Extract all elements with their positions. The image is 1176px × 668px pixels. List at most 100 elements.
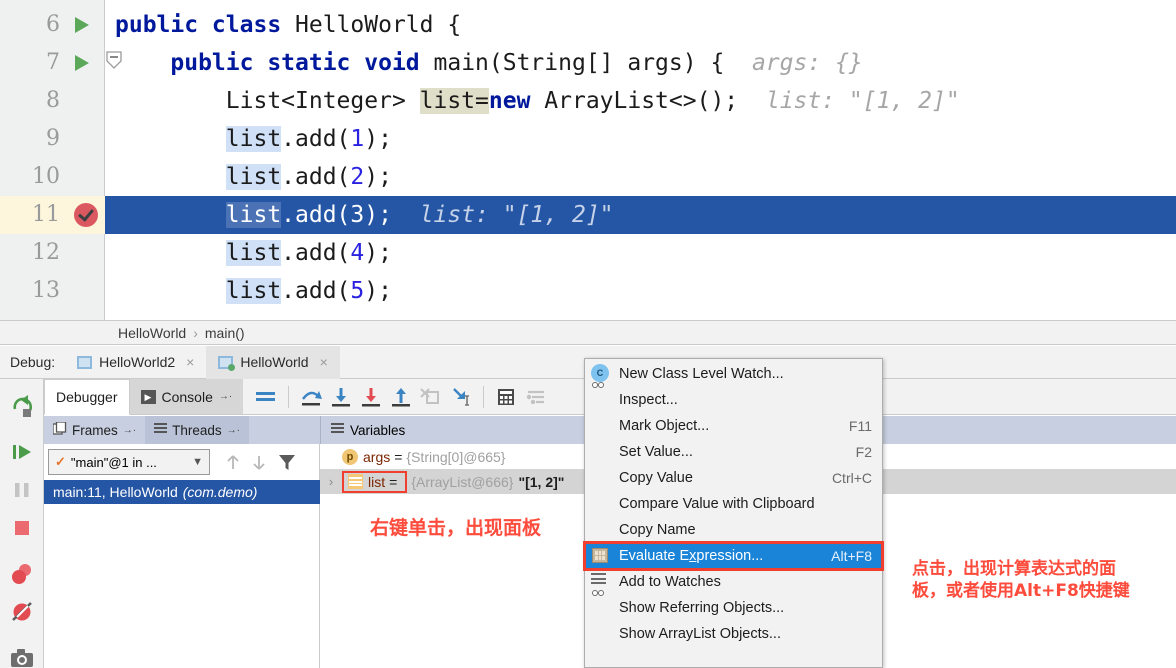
threads-icon [154,422,168,438]
code-token: .add( [281,126,351,152]
code-token: list: "[1, 2]" [752,88,960,114]
tab-debugger[interactable]: Debugger [44,378,130,415]
tab-frames-pin-icon[interactable]: →· [123,425,136,436]
frame-filter-icon[interactable] [276,452,298,472]
variables-context-menu[interactable]: C New Class Level Watch... Inspect... Mark … [583,358,884,668]
menu-item-new-class-level-watch[interactable]: C New Class Level Watch... [585,361,882,388]
close-icon[interactable]: × [186,354,194,370]
tab-frames[interactable]: Frames →· [44,416,145,444]
code-token: HelloWorld { [295,12,462,38]
debug-tab-helloworld[interactable]: HelloWorld × [206,345,340,379]
run-to-cursor-icon[interactable] [448,384,474,410]
gutter-marker[interactable] [66,158,105,196]
menu-item-mark-object[interactable]: Mark Object... F11 [585,413,882,439]
new-class-level-watch-icon: C [591,364,613,388]
menu-item-label: Show ArrayList Objects... [619,626,781,642]
tab-console[interactable]: ▶ Console →· [129,379,244,414]
menu-item-add-to-watches[interactable]: Add to Watches [585,569,882,596]
code-line[interactable]: 11 list.add(3); list: "[1, 2]" [0,196,1176,234]
resume-program-icon[interactable] [8,438,36,466]
frame-down-button[interactable] [248,452,270,472]
code-token: 5 [350,278,365,304]
stop-icon[interactable] [8,514,36,542]
code-line[interactable]: 9 list.add(1); [0,120,1176,158]
close-icon[interactable]: × [320,354,328,370]
code-token: 4 [350,240,365,266]
menu-item-set-value[interactable]: Set Value... F2 [585,439,882,465]
variables-title: Variables [350,422,406,438]
screenshot-icon[interactable] [8,644,36,668]
chevron-down-icon[interactable]: ▼ [192,456,203,468]
menu-item-label: Inspect... [619,392,678,408]
breakpoint-icon[interactable] [74,203,98,227]
code-line[interactable]: 8 List<Integer> list=new ArrayList<>(); … [0,82,1176,120]
show-execution-point-icon[interactable] [253,384,279,410]
pause-program-icon[interactable] [8,476,36,504]
code-editor[interactable]: 6 public class HelloWorld {7 public stati… [0,0,1176,320]
gutter-marker[interactable] [66,234,105,272]
code-token: ); [364,240,392,266]
gutter-marker[interactable] [66,120,105,158]
code-token: public static void [170,50,434,76]
menu-item-show-arraylist-objects[interactable]: Show ArrayList Objects... [585,621,882,647]
step-into-icon[interactable] [328,384,354,410]
thread-selector-value: "main"@1 in ... [70,454,157,470]
breadcrumb[interactable]: HelloWorld › main() [0,320,1176,345]
gutter-marker[interactable] [66,196,105,234]
line-number: 12 [32,240,60,265]
annotation-menu-note: 点击，出现计算表达式的面 板，或者使用Alt+F8快捷键 [912,558,1170,602]
tab-threads[interactable]: Threads →· [145,416,249,444]
gutter-marker[interactable] [66,272,105,310]
evaluate-expression-icon[interactable] [493,384,519,410]
tab-threads-pin-icon[interactable]: →· [227,425,240,436]
tab-threads-label: Threads [172,422,222,438]
step-out-icon[interactable] [388,384,414,410]
menu-item-compare-value-with-clipboard[interactable]: Compare Value with Clipboard [585,491,882,517]
code-token: list [225,278,282,304]
view-breakpoints-icon[interactable] [8,560,36,588]
menu-item-evaluate-expression[interactable]: Evaluate Expression... Alt+F8 [583,541,884,571]
line-number: 9 [46,126,60,151]
gutter-marker[interactable] [66,82,105,120]
force-step-into-icon[interactable] [358,384,384,410]
variables-icon [331,422,344,438]
rerun-icon[interactable] [8,392,36,420]
tab-console-pin-icon[interactable]: →· [219,391,232,402]
application-icon [77,355,93,369]
debug-action-rail [0,379,44,668]
code-token: 1 [350,126,365,152]
breadcrumb-method[interactable]: main() [205,325,245,341]
run-gutter-icon[interactable] [75,55,89,71]
annotation-menu-note-line2: 板，或者使用Alt+F8快捷键 [912,581,1130,602]
code-line[interactable]: 13 list.add(5); [0,272,1176,310]
frame-up-button[interactable] [222,452,244,472]
menu-item-copy-name[interactable]: Copy Name [585,517,882,543]
code-line[interactable]: 7 public static void main(String[] args)… [0,44,1176,82]
menu-item-no-icon [591,599,613,617]
stack-frame-row[interactable]: main:11, HelloWorld (com.demo) [44,480,320,504]
menu-item-shortcut: F2 [855,444,872,460]
code-token: list [225,126,282,152]
tab-frames-label: Frames [72,422,118,438]
menu-item-no-icon [591,521,613,539]
menu-item-show-referring-objects[interactable]: Show Referring Objects... [585,595,882,621]
thread-selector[interactable]: ✓ "main"@1 in ... ▼ [48,449,210,475]
gutter-marker[interactable] [66,44,105,82]
menu-item-copy-value[interactable]: Copy Value Ctrl+C [585,465,882,491]
code-token: ); [364,278,392,304]
step-over-icon[interactable] [298,384,324,410]
code-line[interactable]: 6 public class HelloWorld { [0,6,1176,44]
code-line[interactable]: 10 list.add(2); [0,158,1176,196]
code-line[interactable]: 12 list.add(4); [0,234,1176,272]
code-fold-icon[interactable] [105,50,123,70]
breadcrumb-class[interactable]: HelloWorld [118,325,186,341]
run-gutter-icon[interactable] [75,17,89,33]
gutter-marker[interactable] [66,6,105,44]
debug-tab-helloworld2[interactable]: HelloWorld2 × [65,346,206,379]
mute-breakpoints-icon[interactable] [8,598,36,626]
menu-item-inspect[interactable]: Inspect... [585,387,882,413]
variable-reference: {String[0]@665} [406,448,506,465]
variable-twisty[interactable]: › [320,474,342,489]
